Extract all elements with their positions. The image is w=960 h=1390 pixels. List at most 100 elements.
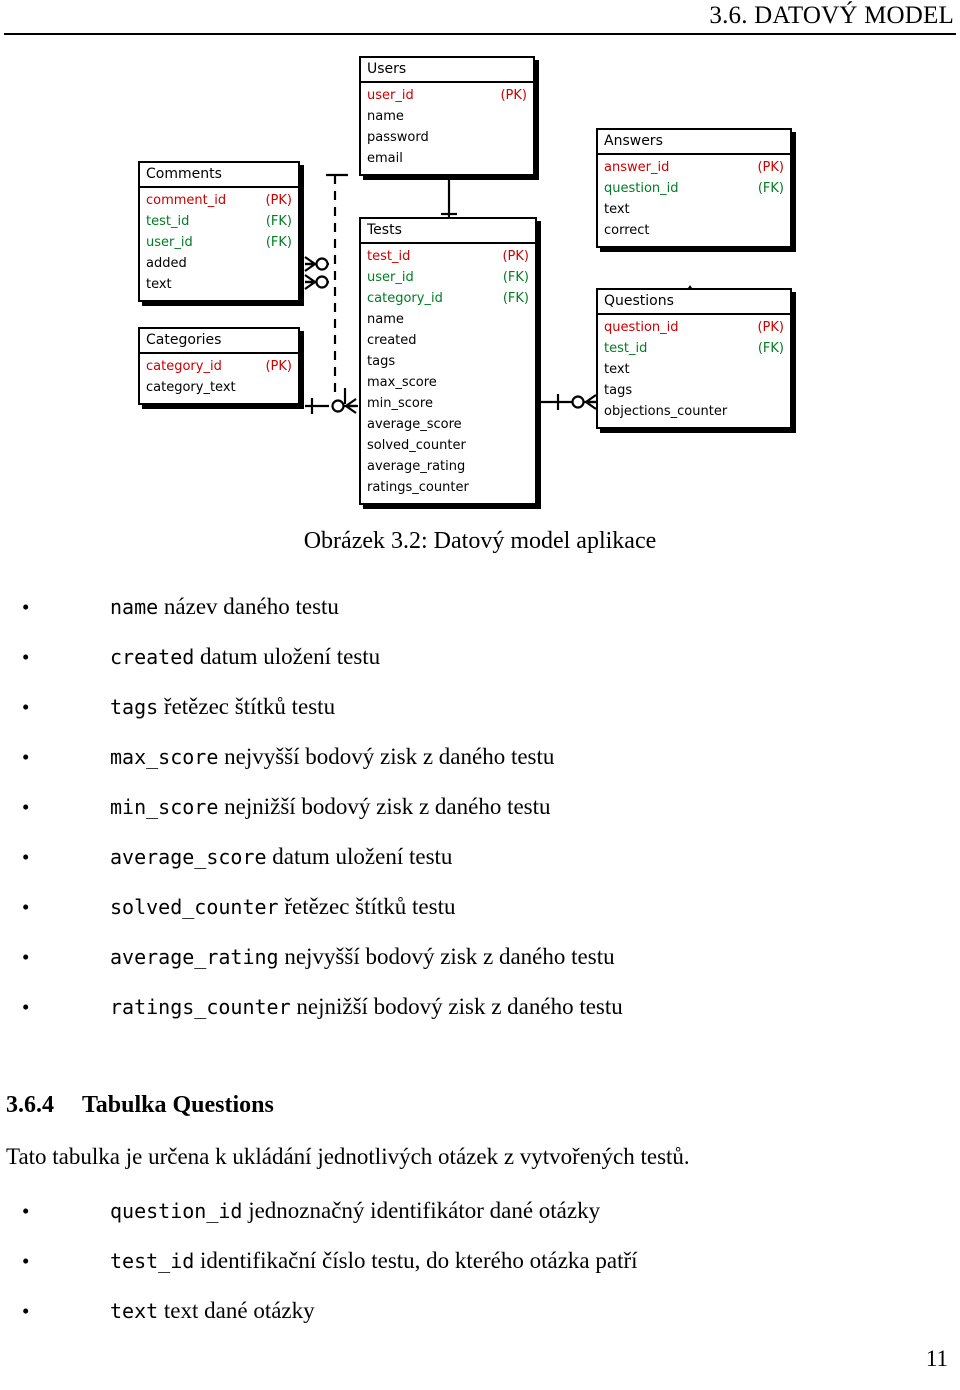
list-item: tags řetězec štítků testu xyxy=(0,692,960,722)
entity-field: objections_counter xyxy=(604,401,784,422)
entity-field: added xyxy=(146,253,292,274)
field-name: comment_id xyxy=(146,193,227,208)
field-name: tags xyxy=(604,383,633,398)
field-key: (FK) xyxy=(757,181,784,196)
entity-field-list: category_id (PK) category_text xyxy=(140,354,298,403)
field-name: max_score xyxy=(367,375,437,390)
figure-caption: Obrázek 3.2: Datový model aplikace xyxy=(303,528,657,554)
entity-field: average_score xyxy=(367,414,529,435)
entity-field: correct xyxy=(604,220,784,241)
entity-field: solved_counter xyxy=(367,435,529,456)
entity-field: name xyxy=(367,106,527,127)
entity-field: question_id (PK) xyxy=(604,317,784,338)
field-key xyxy=(782,199,784,220)
entity-categories[interactable]: Categories category_id (PK) category_tex… xyxy=(138,327,300,405)
field-name: created xyxy=(367,333,417,348)
field-key xyxy=(782,220,784,241)
field-code: question_id xyxy=(110,1199,243,1223)
list-item: max_score nejvyšší bodový zisk z daného … xyxy=(0,742,960,772)
entity-answers[interactable]: Answers answer_id (PK) question_id (FK) … xyxy=(596,128,792,248)
section-paragraph: Tato tabulka je určena k ukládání jednot… xyxy=(6,1144,690,1169)
section-heading: 3.6.4 Tabulka Questions xyxy=(6,1092,274,1119)
entity-field: category_id (PK) xyxy=(146,356,292,377)
field-name: category_id xyxy=(367,291,443,306)
entity-title: Tests xyxy=(361,219,535,244)
questions-field-list: question_id jednoznačný identifikátor da… xyxy=(0,1196,960,1346)
section-title: Tabulka Questions xyxy=(82,1092,274,1118)
field-code: name xyxy=(110,595,159,619)
entity-field: test_id (PK) xyxy=(367,246,529,267)
entity-field: ratings_counter xyxy=(367,477,529,498)
entity-field: user_id (FK) xyxy=(367,267,529,288)
entity-field: text xyxy=(604,199,784,220)
field-key xyxy=(525,127,527,148)
field-name: test_id xyxy=(146,214,190,229)
field-code: max_score xyxy=(110,745,219,769)
entity-field: user_id (PK) xyxy=(367,85,527,106)
list-item: min_score nejnižší bodový zisk z daného … xyxy=(0,792,960,822)
entity-title: Users xyxy=(361,58,533,83)
field-name: user_id xyxy=(146,235,193,250)
field-description: nejnižší bodový zisk z daného testu xyxy=(296,994,623,1019)
field-key: (PK) xyxy=(502,249,529,264)
field-description: řetězec štítků testu xyxy=(284,894,456,919)
list-item: solved_counter řetězec štítků testu xyxy=(0,892,960,922)
field-name: test_id xyxy=(604,341,648,356)
list-item: name název daného testu xyxy=(0,592,960,622)
entity-field-list: test_id (PK) user_id (FK) category_id (F… xyxy=(361,244,535,503)
header-title: 3.6. DATOVÝ MODEL xyxy=(709,2,954,29)
field-key: (PK) xyxy=(757,320,784,335)
entity-field: tags xyxy=(367,351,529,372)
field-description: identifikační číslo testu, do kterého ot… xyxy=(200,1248,638,1273)
page-header: 3.6. DATOVÝ MODEL xyxy=(0,0,960,40)
field-description: nejnižší bodový zisk z daného testu xyxy=(224,794,551,819)
field-key xyxy=(525,148,527,169)
entity-questions[interactable]: Questions question_id (PK) test_id (FK) … xyxy=(596,288,792,429)
field-code: average_rating xyxy=(110,945,279,969)
entity-field: test_id (FK) xyxy=(146,211,292,232)
field-name: min_score xyxy=(367,396,433,411)
field-code: min_score xyxy=(110,795,219,819)
entity-field: min_score xyxy=(367,393,529,414)
field-name: objections_counter xyxy=(604,404,728,419)
field-key xyxy=(527,351,529,372)
field-name: average_rating xyxy=(367,459,466,474)
field-name: category_text xyxy=(146,380,236,395)
field-description: datum uložení testu xyxy=(272,844,453,869)
entity-field: max_score xyxy=(367,372,529,393)
field-code: solved_counter xyxy=(110,895,279,919)
field-key xyxy=(527,435,529,456)
entity-field: text xyxy=(604,359,784,380)
field-name: added xyxy=(146,256,187,271)
field-key: (PK) xyxy=(265,359,292,374)
entity-field: comment_id (PK) xyxy=(146,190,292,211)
field-description: nejvyšší bodový zisk z daného testu xyxy=(284,944,615,969)
entity-field-list: user_id (PK) name password email xyxy=(361,83,533,174)
entity-users[interactable]: Users user_id (PK) name password email xyxy=(359,56,535,176)
entity-field: tags xyxy=(604,380,784,401)
field-name: solved_counter xyxy=(367,438,466,453)
page-number: 11 xyxy=(925,1346,948,1371)
field-key xyxy=(782,359,784,380)
field-code: text xyxy=(110,1299,159,1323)
field-key: (PK) xyxy=(265,193,292,208)
entity-comments[interactable]: Comments comment_id (PK) test_id (FK) us… xyxy=(138,161,300,302)
figure-data-model: Users user_id (PK) name password email C… xyxy=(0,42,960,522)
entity-field: password xyxy=(367,127,527,148)
list-item: text text dané otázky xyxy=(0,1296,960,1326)
field-name: name xyxy=(367,109,404,124)
field-key xyxy=(525,106,527,127)
entity-field-list: comment_id (PK) test_id (FK) user_id (FK… xyxy=(140,188,298,300)
field-name: text xyxy=(604,202,630,217)
field-name: tags xyxy=(367,354,396,369)
field-code: ratings_counter xyxy=(110,995,291,1019)
field-key xyxy=(782,380,784,401)
entity-field: test_id (FK) xyxy=(604,338,784,359)
field-key: (FK) xyxy=(757,341,784,356)
list-item: test_id identifikační číslo testu, do kt… xyxy=(0,1246,960,1276)
entity-field: user_id (FK) xyxy=(146,232,292,253)
entity-field-list: question_id (PK) test_id (FK) text tags … xyxy=(598,315,790,427)
field-description: text dané otázky xyxy=(163,1298,315,1323)
entity-tests[interactable]: Tests test_id (PK) user_id (FK) category… xyxy=(359,217,537,505)
field-name: answer_id xyxy=(604,160,670,175)
